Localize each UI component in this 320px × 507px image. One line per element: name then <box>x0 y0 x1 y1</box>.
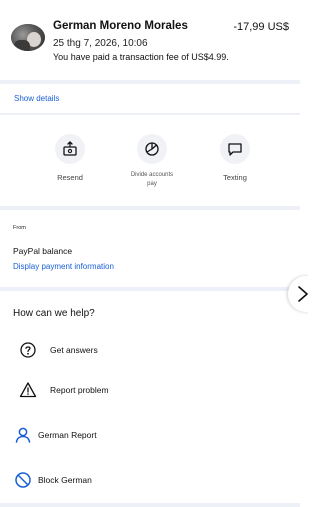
block-german-label: Block German <box>38 475 92 485</box>
get-answers-item[interactable]: Get answers <box>0 335 300 365</box>
divider <box>0 80 300 84</box>
divider <box>0 113 300 115</box>
transaction-details-screen: German Moreno Morales -17,99 US$ 25 thg … <box>0 0 308 507</box>
transaction-fee-note: You have paid a transaction fee of US$4.… <box>53 52 229 62</box>
block-icon <box>14 471 32 489</box>
avatar <box>11 24 45 51</box>
divider <box>0 503 300 507</box>
german-report-item[interactable]: German Report <box>0 420 300 450</box>
texting-button[interactable]: Texting <box>195 134 275 183</box>
question-circle-icon <box>19 341 37 359</box>
chevron-right-icon <box>298 286 308 302</box>
person-icon <box>14 426 32 444</box>
divide-accounts-pay-label: Divide accounts pay <box>130 172 174 187</box>
warning-triangle-icon <box>19 381 37 399</box>
report-problem-item[interactable]: Report problem <box>0 375 300 405</box>
divider <box>0 206 300 210</box>
show-details-link[interactable]: Show details <box>14 94 59 103</box>
message-icon <box>220 134 250 164</box>
display-payment-information-link[interactable]: Display payment information <box>13 262 114 271</box>
get-answers-label: Get answers <box>50 345 98 355</box>
report-problem-label: Report problem <box>50 385 109 395</box>
from-label: From <box>13 225 26 231</box>
transaction-date: 25 thg 7, 2026, 10:06 <box>53 38 148 49</box>
divide-accounts-pay-button[interactable]: Divide accounts pay <box>112 134 192 189</box>
german-report-label: German Report <box>38 430 97 440</box>
transaction-amount: -17,99 US$ <box>233 21 289 33</box>
split-pie-icon <box>137 134 167 164</box>
block-german-item[interactable]: Block German <box>0 465 300 495</box>
texting-label: Texting <box>223 173 247 182</box>
money-resend-icon <box>55 134 85 164</box>
payment-source: PayPal balance <box>13 246 73 256</box>
divider <box>0 287 300 291</box>
resend-button[interactable]: Resend <box>30 134 110 183</box>
recipient-name: German Moreno Morales <box>53 20 188 32</box>
resend-label: Resend <box>57 173 83 182</box>
help-title: How can we help? <box>13 308 95 319</box>
next-panel-button[interactable] <box>288 276 308 312</box>
